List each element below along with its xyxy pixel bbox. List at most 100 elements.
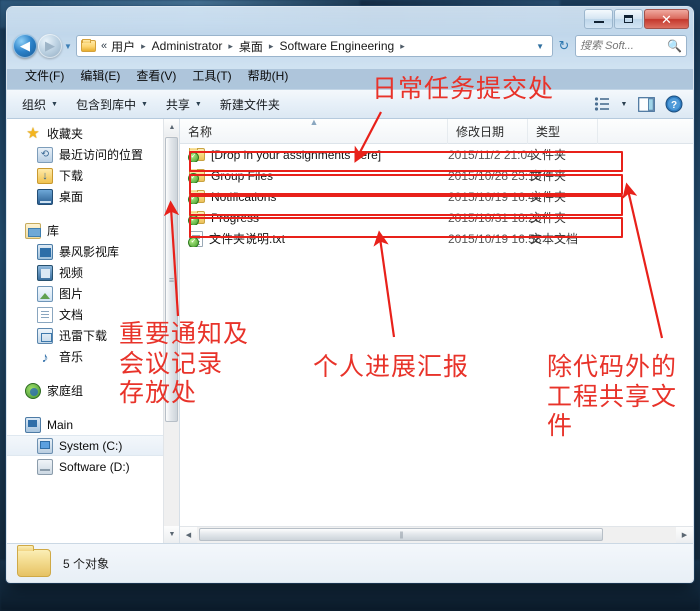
table-row[interactable]: Progress 2015/10/31 18:29 文件夹 [180,207,693,228]
sidebar-item-documents[interactable]: 文档 [7,304,163,325]
sidebar-item-label: Main [47,417,74,432]
document-icon [37,306,53,323]
chevron-down-icon: ▼ [51,100,58,108]
item-count-label: 5 个对象 [63,556,110,571]
scroll-right-button[interactable]: ▶ [676,527,693,543]
thunder-download-icon [37,327,53,344]
menu-help[interactable]: 帮助(H) [240,65,297,86]
search-input[interactable] [580,40,668,52]
column-header-type[interactable]: 类型 [528,119,598,144]
share-button[interactable]: 共享 ▼ [157,93,211,116]
scroll-left-button[interactable]: ◀ [180,527,197,543]
table-row[interactable]: [Drop in your assignments here] 2015/11/… [180,144,693,165]
table-row[interactable]: Group Files 2015/10/28 23:19 文件夹 [180,165,693,186]
sidebar-item-system-c[interactable]: System (C:) [7,435,163,456]
folder-icon [188,147,205,162]
breadcrumb-item-software-engineering[interactable]: Software Engineering [277,38,396,54]
help-icon[interactable]: ? [661,93,687,115]
breadcrumb[interactable]: « 用户 ▸ Administrator ▸ 桌面 ▸ Software Eng… [76,35,553,57]
nav-group-favorites: ★ 收藏夹 最近访问的位置 下载 桌面 [7,123,163,207]
minimize-button[interactable] [584,9,613,29]
sidebar-item-label: 桌面 [59,190,84,204]
sidebar-item-main-computer[interactable]: Main [7,414,163,435]
video-library-icon [37,243,53,260]
view-options-icon[interactable] [589,93,615,115]
back-button[interactable]: ◀ [13,34,37,58]
refresh-button[interactable]: ↻ [553,38,575,54]
recent-locations-dropdown-icon[interactable]: ▼ [62,42,74,51]
sidebar-item-label: 图片 [59,287,84,301]
file-name-label: Progress [211,210,260,225]
breadcrumb-overflow-button[interactable]: « [99,40,109,52]
toolbar-right-group: ▼ ? [589,93,687,115]
scrollbar-track[interactable] [197,527,676,543]
close-button[interactable]: ✕ [644,9,689,29]
table-row[interactable]: Notifications 2015/10/19 16:44 文件夹 [180,186,693,207]
scrollbar-thumb[interactable] [165,137,178,422]
breadcrumb-item-users[interactable]: 用户 [109,37,137,56]
view-options-glyph [594,97,609,111]
file-name-cell: Notifications [180,189,448,204]
nav-group-computer: Main System (C:) Software (D:) [7,414,163,477]
nav-group-homegroup: 家庭组 [7,380,163,401]
sidebar-item-videos[interactable]: 视频 [7,262,163,283]
chevron-right-icon: ▸ [400,40,405,51]
file-name-cell: [Drop in your assignments here] [180,147,448,162]
sidebar-item-desktop[interactable]: 桌面 [7,186,163,207]
folder-icon [81,39,96,52]
menu-view[interactable]: 查看(V) [128,65,184,86]
sidebar-item-downloads[interactable]: 下载 [7,165,163,186]
table-row[interactable]: 文件夹说明.txt 2015/10/19 16:58 文本文档 [180,228,693,249]
organize-button[interactable]: 组织 ▼ [13,93,67,116]
new-folder-button[interactable]: 新建文件夹 [211,93,289,116]
search-icon: 🔍 [667,39,682,53]
sidebar-item-pictures[interactable]: 图片 [7,283,163,304]
sidebar-item-label: 下载 [59,169,84,183]
breadcrumb-item-administrator[interactable]: Administrator [150,38,225,54]
scroll-down-button[interactable]: ▼ [164,526,179,543]
chevron-down-icon[interactable]: ▼ [531,42,549,51]
sidebar-item-homegroup[interactable]: 家庭组 [7,380,163,401]
file-type-cell: 文件夹 [530,169,567,183]
navigation-tree: ★ 收藏夹 最近访问的位置 下载 桌面 [7,119,163,543]
search-box[interactable]: 🔍 [575,35,687,57]
sidebar-item-baofeng-video[interactable]: 暴风影视库 [7,241,163,262]
include-in-library-button[interactable]: 包含到库中 ▼ [67,93,157,116]
sidebar-item-recent-places[interactable]: 最近访问的位置 [7,144,163,165]
sidebar-item-music[interactable]: ♪ 音乐 [7,346,163,367]
sidebar-item-label: 收藏夹 [47,127,84,141]
sidebar-item-libraries[interactable]: 库 [7,220,163,241]
sidebar-item-favorites[interactable]: ★ 收藏夹 [7,123,163,144]
file-type-cell: 文件夹 [530,148,567,162]
status-bar: 5 个对象 [7,543,693,582]
scroll-up-button[interactable]: ▲ [164,119,179,136]
column-header-row: 名称 修改日期 类型 ▲ [180,119,693,144]
scrollbar-thumb[interactable] [199,528,603,541]
column-header-date-modified[interactable]: 修改日期 [448,119,528,144]
maximize-button[interactable] [614,9,643,29]
homegroup-icon [25,382,41,399]
downloads-icon [37,167,53,184]
menu-file[interactable]: 文件(F) [17,65,72,86]
folder-icon [188,210,205,225]
sidebar-item-label: 文档 [59,308,84,322]
sidebar-item-software-d[interactable]: Software (D:) [7,456,163,477]
preview-pane-icon[interactable] [633,93,659,115]
share-label: 共享 [165,97,190,112]
forward-button[interactable]: ▶ [38,34,62,58]
file-type-cell: 文本文档 [530,232,579,246]
breadcrumb-item-desktop[interactable]: 桌面 [237,37,265,56]
navigation-scrollbar[interactable]: ▲ ▼ [163,119,179,543]
view-options-caret[interactable]: ▼ [617,93,631,115]
menu-edit[interactable]: 编辑(E) [72,65,128,86]
caption-button-group: ✕ [583,9,689,29]
folder-icon [17,545,51,577]
menu-tools[interactable]: 工具(T) [184,65,239,86]
sidebar-item-label: 视频 [59,266,84,280]
horizontal-scrollbar[interactable]: ◀ ▶ [180,526,693,543]
file-list-rows: [Drop in your assignments here] 2015/11/… [180,144,693,543]
sidebar-item-thunder-download[interactable]: 迅雷下载 [7,325,163,346]
column-header-name[interactable]: 名称 [180,119,448,144]
